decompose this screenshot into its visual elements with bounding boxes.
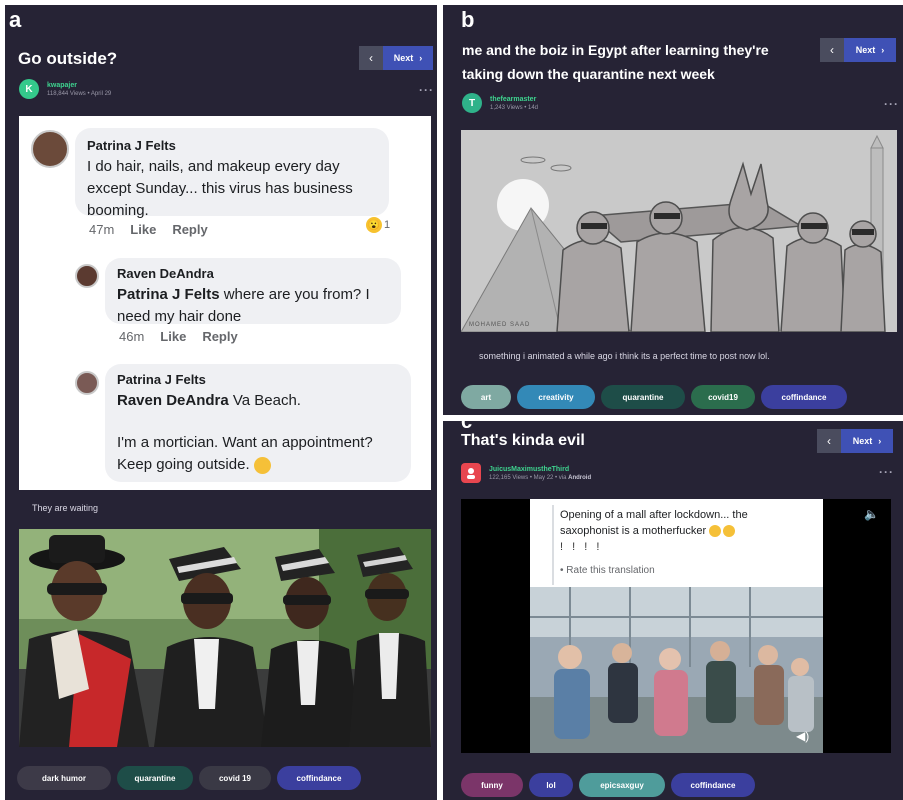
chevron-right-icon: › (419, 53, 423, 63)
pallbearers-photo (19, 529, 431, 747)
mention-link[interactable]: Raven DeAndra (117, 392, 229, 409)
chevron-left-icon: ‹ (827, 434, 831, 448)
reply-button[interactable]: Reply (172, 222, 207, 237)
video-text: Opening of a mall after lockdown... the … (560, 509, 748, 538)
tag-chip[interactable]: coffindance (671, 773, 755, 797)
panel-c: c That's kinda evil ‹ Next › JuicusMaximu… (443, 421, 903, 800)
smirk-emoji-icon (709, 525, 722, 538)
post-navigation: ‹ Next › (359, 46, 433, 70)
tag-chip[interactable]: quarantine (601, 385, 685, 409)
username-link[interactable]: kwapajer (47, 82, 111, 89)
rate-translation-link[interactable]: • Rate this translation (560, 565, 655, 576)
user-icon (467, 468, 475, 479)
comment-bubble: Patrina J Felts Raven DeAndra Va Beach. … (105, 364, 411, 482)
comment-time: 47m (89, 222, 115, 237)
video-player[interactable]: Opening of a mall after lockdown... the … (461, 499, 891, 753)
tag-chip[interactable]: covid19 (691, 385, 755, 409)
tag-chip[interactable]: creativity (517, 385, 595, 409)
smirk-emoji-icon (723, 525, 736, 538)
wow-emoji-icon: 😮 (366, 217, 382, 233)
artist-watermark: MOHAMED SAAD (469, 322, 530, 328)
username-link[interactable]: thefearmaster (490, 96, 538, 103)
tag-list: dark humor quarantine covid 19 coffindan… (17, 766, 361, 790)
next-button[interactable]: Next › (841, 429, 893, 453)
more-options-icon[interactable]: ··· (879, 465, 894, 479)
next-button[interactable]: Next › (844, 38, 896, 62)
commenter-name: Raven DeAndra (117, 266, 214, 281)
commenter-avatar (75, 264, 99, 288)
comment-time: 46m (119, 329, 145, 344)
tag-chip[interactable]: quarantine (117, 766, 193, 790)
post-image[interactable] (19, 529, 431, 747)
tag-chip[interactable]: lol (529, 773, 573, 797)
avatar[interactable]: K (19, 79, 39, 99)
comment-text: Raven DeAndra Va Beach. I'm a mortician.… (117, 392, 373, 474)
video-frame: Opening of a mall after lockdown... the … (530, 499, 823, 753)
comment-text: Patrina J Felts where are you from? I ne… (117, 286, 370, 325)
post-stats: 122,165 Views • May 22 • via Android (489, 474, 592, 481)
username-link[interactable]: JuicusMaximustheThird (489, 466, 591, 473)
chevron-left-icon: ‹ (830, 43, 834, 57)
post-caption: something i animated a while ago i think… (479, 351, 770, 361)
mall-crowd-footage (530, 587, 823, 753)
panel-a: a Go outside? ‹ Next › K kwapajer 118,844… (5, 5, 437, 800)
more-options-icon[interactable]: ··· (419, 83, 434, 97)
commenter-avatar (75, 371, 99, 395)
tag-list: art creativity quarantine covid19 coffin… (461, 385, 847, 409)
prev-button[interactable]: ‹ (820, 38, 844, 62)
avatar[interactable]: T (462, 93, 482, 113)
prev-button[interactable]: ‹ (359, 46, 383, 70)
tag-chip[interactable]: coffindance (277, 766, 361, 790)
post-title: me and the boiz in Egypt after learning … (462, 42, 769, 82)
anubis-sketch: MOHAMED SAAD (461, 130, 897, 332)
panel-label: c (461, 421, 473, 433)
commenter-avatar (31, 130, 69, 168)
comment-text: I do hair, nails, and makeup every day e… (87, 158, 353, 219)
tag-chip[interactable]: dark humor (17, 766, 111, 790)
sound-icon[interactable]: ◀) (796, 729, 809, 743)
avatar[interactable] (461, 463, 481, 483)
post-author: K kwapajer 118,844 Views • April 29 (19, 79, 111, 99)
panel-label: b (461, 7, 475, 32)
comment-bubble: Raven DeAndra Patrina J Felts where are … (105, 258, 401, 325)
tag-chip[interactable]: funny (461, 773, 523, 797)
post-stats: 118,844 Views • April 29 (47, 90, 112, 97)
next-button[interactable]: Next › (383, 46, 433, 70)
mention-link[interactable]: Patrina J Felts (117, 286, 220, 303)
mute-icon[interactable]: 🔈 (864, 507, 879, 521)
commenter-name: Patrina J Felts (117, 372, 206, 387)
chevron-right-icon: › (878, 436, 882, 446)
emoji-row: ! ! ! ! (560, 541, 603, 553)
more-options-icon[interactable]: ··· (884, 97, 899, 111)
panel-b: b me and the boiz in Egypt after learnin… (443, 5, 903, 415)
grimace-emoji-icon (253, 456, 271, 474)
like-button[interactable]: Like (160, 329, 186, 344)
like-button[interactable]: Like (130, 222, 156, 237)
tag-chip[interactable]: covid 19 (199, 766, 271, 790)
comment-actions: 47m Like Reply (89, 222, 208, 237)
tag-list: funny lol epicsaxguy coffindance (461, 773, 755, 797)
post-navigation: ‹ Next › (820, 38, 896, 62)
panel-label: a (9, 7, 22, 32)
post-caption: They are waiting (32, 503, 99, 513)
commenter-name: Patrina J Felts (87, 138, 176, 153)
reaction-count[interactable]: 😮 1 (366, 217, 390, 233)
post-stats: 1,243 Views • 14d (490, 104, 539, 111)
post-title: Go outside? (18, 49, 118, 68)
comment-screenshot: Patrina J Felts I do hair, nails, and ma… (19, 116, 431, 490)
post-author: JuicusMaximustheThird 122,165 Views • Ma… (461, 463, 591, 483)
tag-chip[interactable]: art (461, 385, 511, 409)
tag-chip[interactable]: coffindance (761, 385, 847, 409)
chevron-left-icon: ‹ (369, 51, 373, 65)
post-image[interactable]: MOHAMED SAAD (461, 130, 897, 332)
post-author: T thefearmaster 1,243 Views • 14d (462, 93, 538, 113)
post-title: That's kinda evil (461, 432, 585, 449)
reply-button[interactable]: Reply (202, 329, 237, 344)
post-navigation: ‹ Next › (817, 429, 893, 453)
comment-bubble: Patrina J Felts I do hair, nails, and ma… (75, 128, 389, 219)
prev-button[interactable]: ‹ (817, 429, 841, 453)
comment-actions: 46m Like Reply (119, 329, 238, 344)
tag-chip[interactable]: epicsaxguy (579, 773, 665, 797)
chevron-right-icon: › (881, 45, 885, 55)
